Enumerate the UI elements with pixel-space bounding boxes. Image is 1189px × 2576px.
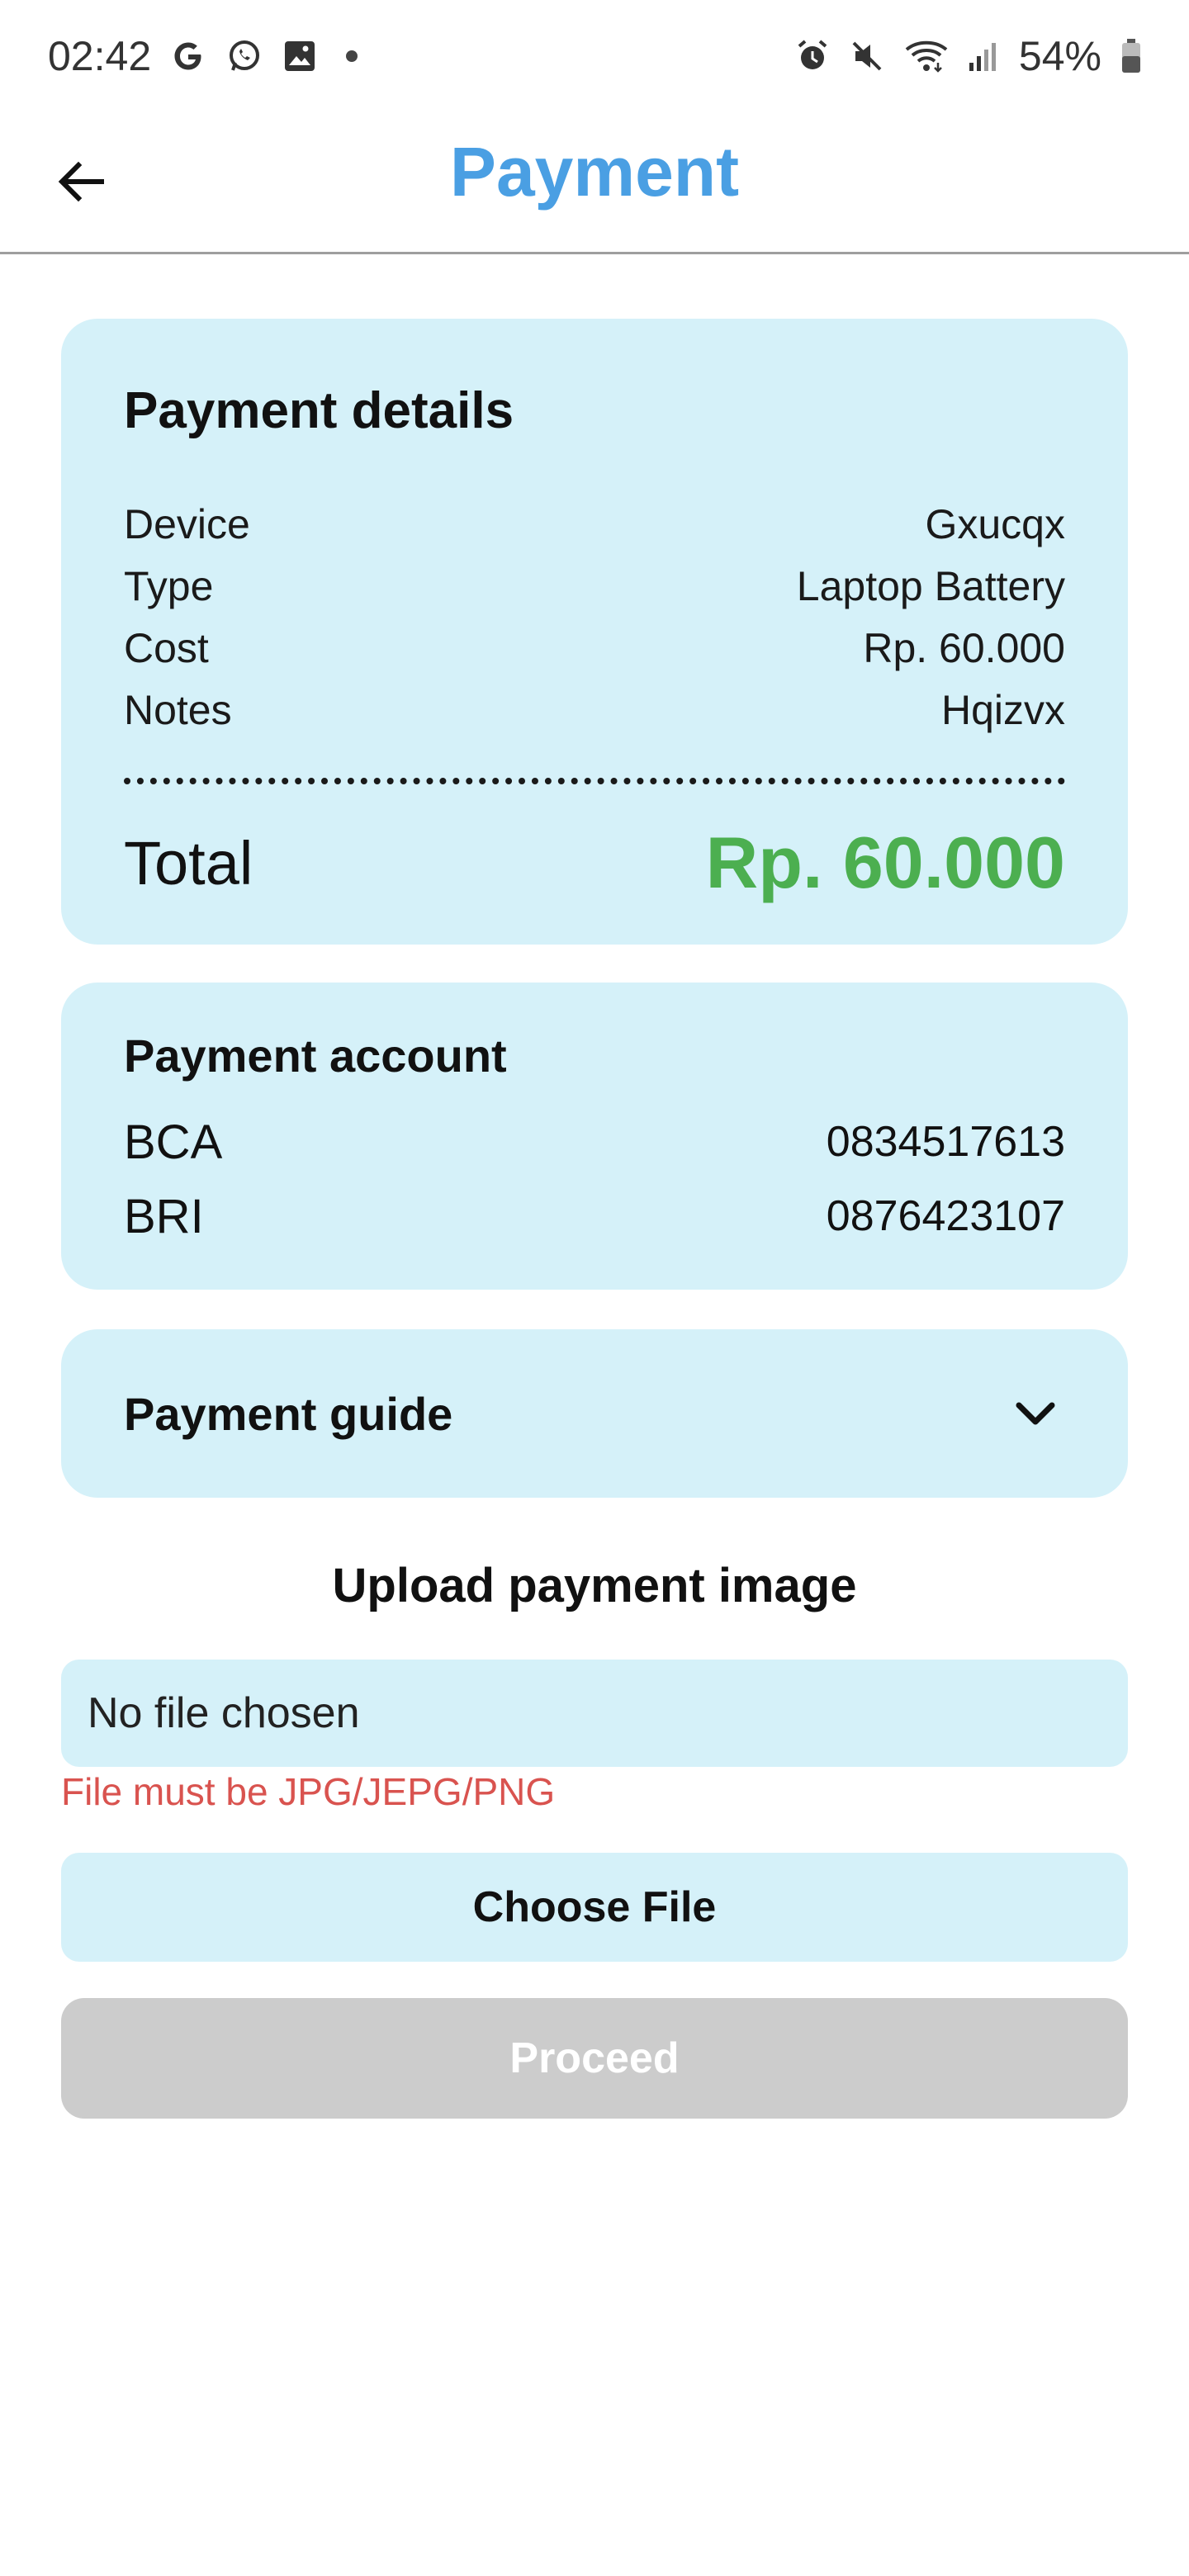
detail-value: Rp. 60.000 <box>863 625 1065 671</box>
total-row: Total Rp. 60.000 <box>124 817 1065 908</box>
signal-icon <box>968 33 1001 79</box>
account-list: BCA 0834517613 BRI 0876423107 <box>124 1105 1065 1253</box>
account-row-bri: BRI 0876423107 <box>124 1179 1065 1253</box>
payment-details-title: Payment details <box>124 382 514 439</box>
upload-heading: Upload payment image <box>332 1559 857 1612</box>
account-number: 0834517613 <box>826 1118 1065 1166</box>
payment-account-card: Payment account BCA 0834517613 BRI 08764… <box>61 983 1128 1290</box>
wifi-icon <box>903 33 950 79</box>
notification-dot-icon <box>346 50 358 62</box>
account-row-bca: BCA 0834517613 <box>124 1105 1065 1179</box>
alarm-icon <box>794 33 831 79</box>
file-status-field: No file chosen <box>61 1660 1128 1767</box>
app-header: Payment <box>0 112 1189 254</box>
whatsapp-icon <box>225 33 263 79</box>
detail-value: Hqizvx <box>940 687 1065 733</box>
payment-guide-title: Payment guide <box>124 1387 453 1440</box>
dotted-divider <box>124 778 1065 784</box>
detail-row-cost: Cost Rp. 60.000 <box>124 618 1065 680</box>
file-error-message: File must be JPG/JEPG/PNG <box>61 1770 556 1813</box>
detail-value: Laptop Battery <box>796 563 1065 609</box>
mute-icon <box>849 33 885 79</box>
account-bank: BRI <box>124 1189 204 1243</box>
battery-percent: 54% <box>1018 33 1101 79</box>
detail-value: Gxucqx <box>925 501 1065 547</box>
status-left: 02:42 <box>48 32 358 80</box>
payment-account-title: Payment account <box>124 1030 507 1082</box>
detail-label: Type <box>124 563 214 609</box>
proceed-button[interactable]: Proceed <box>61 1998 1128 2119</box>
status-bar: 02:42 54% <box>0 0 1189 112</box>
account-number: 0876423107 <box>826 1192 1065 1240</box>
detail-label: Device <box>124 501 250 547</box>
status-right: 54% <box>794 32 1143 80</box>
chevron-down-icon[interactable] <box>1006 1384 1065 1443</box>
file-status-text: No file chosen <box>88 1689 360 1737</box>
detail-row-type: Type Laptop Battery <box>124 556 1065 618</box>
battery-icon <box>1120 33 1143 79</box>
gallery-icon <box>282 33 318 79</box>
choose-file-button[interactable]: Choose File <box>61 1853 1128 1962</box>
google-icon <box>169 33 207 79</box>
detail-label: Cost <box>124 625 209 671</box>
total-value: Rp. 60.000 <box>705 822 1065 903</box>
detail-row-device: Device Gxucqx <box>124 494 1065 556</box>
detail-label: Notes <box>124 687 232 733</box>
detail-row-notes: Notes Hqizvx <box>124 680 1065 741</box>
payment-details-card: Payment details Device Gxucqx Type Lapto… <box>61 319 1128 945</box>
status-time: 02:42 <box>48 33 152 79</box>
page-title: Payment <box>449 133 740 211</box>
payment-guide-toggle[interactable]: Payment guide <box>61 1329 1128 1498</box>
total-label: Total <box>124 828 253 897</box>
account-bank: BCA <box>124 1115 223 1169</box>
payment-details-list: Device Gxucqx Type Laptop Battery Cost R… <box>124 494 1065 741</box>
